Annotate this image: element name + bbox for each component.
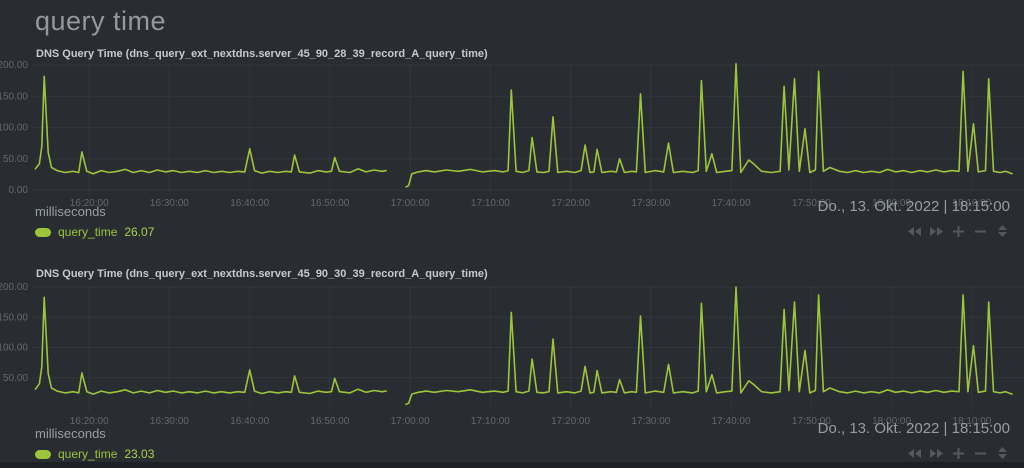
y-axis-tick-label: 100.00 <box>0 123 28 134</box>
y-axis-tick-label: 50.00 <box>3 154 28 165</box>
chart-toolbar <box>907 224 1010 238</box>
x-axis-tick-label: 17:00:00 <box>391 416 430 427</box>
series-line-query_time <box>405 62 1013 188</box>
chart-canvas[interactable]: 200.00150.00100.0050.000.0016:20:00 16:30… <box>0 60 1024 216</box>
fast-forward-icon[interactable] <box>929 224 944 238</box>
legend-series-value: 23.03 <box>124 447 155 461</box>
x-axis-tick-label: 17:10:00 <box>471 416 510 427</box>
x-axis-tick-label: 17:10:00 <box>471 198 510 209</box>
x-axis-tick-label: 17:20:00 <box>551 198 590 209</box>
x-axis-tick-label: 16:50:00 <box>310 198 349 209</box>
legend-item-query-time[interactable]: query_time 23.03 <box>35 447 154 461</box>
unit-label: milliseconds <box>35 204 106 219</box>
y-axis-tick-label: 0.00 <box>9 185 29 196</box>
x-axis-tick-label: 17:00:00 <box>391 198 430 209</box>
chart-canvas[interactable]: 200.00150.00100.0050.0016:20:00 16:30:00 1… <box>0 282 1024 438</box>
y-axis-tick-label: 200.00 <box>0 60 28 71</box>
zoom-out-icon[interactable] <box>973 224 988 238</box>
zoom-in-icon[interactable] <box>951 224 966 238</box>
series-line-query_time <box>405 286 1013 406</box>
chart-section-1: DNS Query Time (dns_query_ext_nextdns.se… <box>0 48 1024 248</box>
x-axis-tick-label: 16:30:00 <box>150 198 189 209</box>
vertical-resize-icon[interactable] <box>995 446 1010 460</box>
x-axis-tick-label: 17:40:00 <box>712 416 751 427</box>
y-axis-tick-label: 150.00 <box>0 91 28 102</box>
y-axis-tick-label: 200.00 <box>0 282 28 293</box>
legend-series-value: 26.07 <box>124 225 155 239</box>
chart-timestamp: Do., 13. Okt. 2022 | 18:15:00 <box>817 420 1010 437</box>
zoom-out-icon[interactable] <box>973 446 988 460</box>
fast-forward-icon[interactable] <box>929 446 944 460</box>
y-axis-tick-label: 50.00 <box>3 373 28 384</box>
chart-title: DNS Query Time (dns_query_ext_nextdns.se… <box>36 48 488 60</box>
x-axis-tick-label: 16:40:00 <box>230 198 269 209</box>
x-axis-tick-label: 16:30:00 <box>150 416 189 427</box>
series-line-query_time <box>34 296 387 395</box>
chart-toolbar <box>907 446 1010 460</box>
series-color-pill-icon <box>35 449 51 459</box>
unit-label: milliseconds <box>35 426 106 441</box>
series-color-pill-icon <box>35 227 51 237</box>
y-axis-tick-label: 150.00 <box>0 312 28 323</box>
legend-series-name: query_time <box>58 225 118 239</box>
chart-section-2: DNS Query Time (dns_query_ext_nextdns.se… <box>0 268 1024 468</box>
chart-title: DNS Query Time (dns_query_ext_nextdns.se… <box>36 268 488 280</box>
x-axis-tick-label: 17:30:00 <box>631 198 670 209</box>
x-axis-tick-label: 17:40:00 <box>712 198 751 209</box>
window-bottom-edge <box>0 462 1024 468</box>
vertical-resize-icon[interactable] <box>995 224 1010 238</box>
x-axis-tick-label: 16:50:00 <box>310 416 349 427</box>
rewind-icon[interactable] <box>907 446 922 460</box>
legend-series-name: query_time <box>58 447 118 461</box>
x-axis-tick-label: 17:20:00 <box>551 416 590 427</box>
dashboard-page: query time DNS Query Time (dns_query_ext… <box>0 0 1024 468</box>
x-axis-tick-label: 16:40:00 <box>230 416 269 427</box>
legend-item-query-time[interactable]: query_time 26.07 <box>35 225 154 239</box>
rewind-icon[interactable] <box>907 224 922 238</box>
y-axis-tick-label: 100.00 <box>0 343 28 354</box>
chart-timestamp: Do., 13. Okt. 2022 | 18:15:00 <box>817 198 1010 215</box>
x-axis-tick-label: 17:30:00 <box>631 416 670 427</box>
zoom-in-icon[interactable] <box>951 446 966 460</box>
page-title: query time <box>35 6 167 36</box>
